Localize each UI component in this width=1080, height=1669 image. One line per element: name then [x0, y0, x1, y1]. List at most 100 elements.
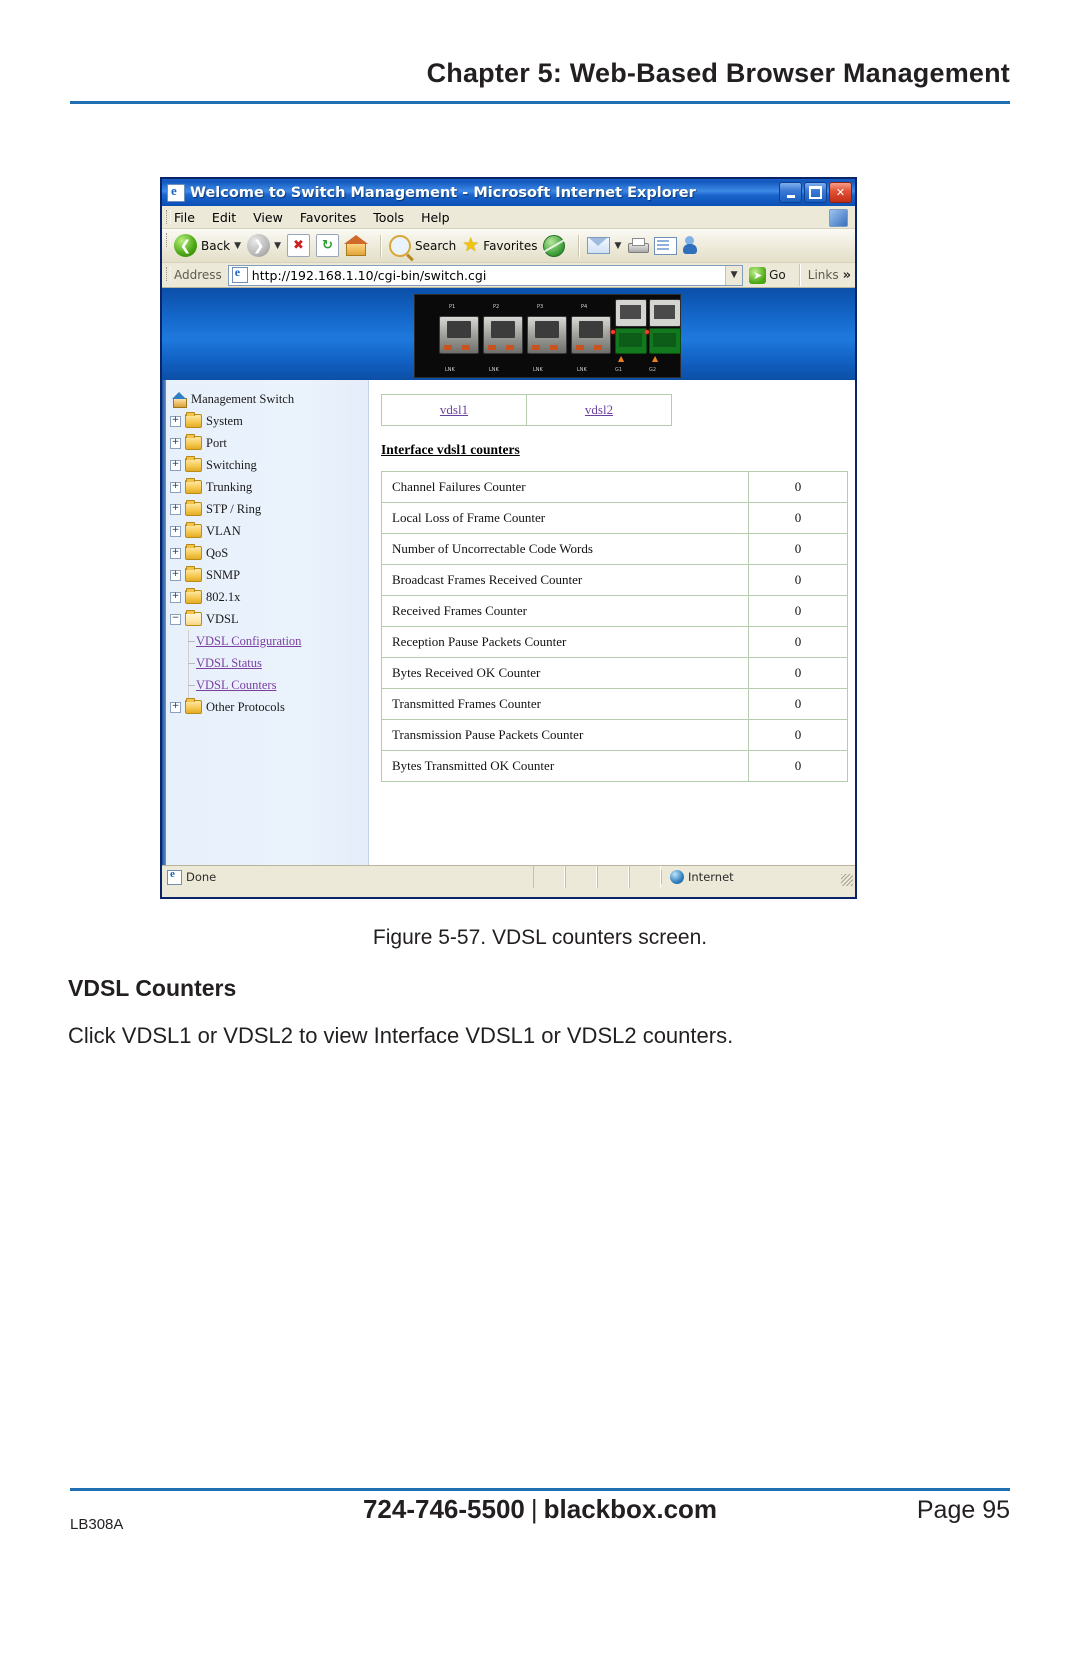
- close-button[interactable]: ✕: [829, 182, 852, 203]
- expand-icon[interactable]: +: [170, 701, 181, 713]
- menu-grip[interactable]: [166, 210, 171, 224]
- tree-item-8021x[interactable]: + 802.1x: [168, 586, 368, 608]
- device-banner: P1 P2 P3 P4 LNK LNK LNK LNK ▲ ▲ G1 G2: [162, 288, 855, 380]
- refresh-button[interactable]: ↻: [315, 234, 339, 257]
- edit-icon: [654, 236, 678, 255]
- uplink-arrow-2: ▲: [652, 354, 659, 363]
- mail-button[interactable]: ▼: [587, 237, 621, 254]
- counter-value: 0: [748, 657, 848, 689]
- home-icon: [343, 235, 368, 256]
- toolbar-divider-2: [578, 234, 581, 257]
- stop-button[interactable]: ✖: [286, 234, 310, 257]
- tree-leaf-label[interactable]: VDSL Status: [196, 656, 262, 671]
- tree-root-management-switch[interactable]: Management Switch: [168, 388, 368, 410]
- table-row: vdsl1 vdsl2: [381, 394, 672, 426]
- table-row: Received Frames Counter 0: [381, 595, 848, 627]
- tree-leaf-label[interactable]: VDSL Configuration: [196, 634, 301, 649]
- links-label[interactable]: Links: [808, 268, 839, 282]
- menu-item-view[interactable]: View: [253, 210, 283, 225]
- mail-icon: [587, 237, 611, 254]
- expand-icon[interactable]: +: [170, 547, 181, 559]
- messenger-button[interactable]: [683, 236, 703, 255]
- favorites-button[interactable]: ★ Favorites: [462, 236, 537, 255]
- maximize-button[interactable]: [804, 182, 827, 203]
- tree-item-qos[interactable]: + QoS: [168, 542, 368, 564]
- tree-item-system[interactable]: + System: [168, 410, 368, 432]
- tab-vdsl2-link[interactable]: vdsl2: [585, 402, 613, 417]
- counter-name: Reception Pause Packets Counter: [381, 626, 749, 658]
- tree-leaf-vdsl-configuration[interactable]: VDSL Configuration: [168, 630, 368, 652]
- minimize-button[interactable]: [779, 182, 802, 203]
- print-button[interactable]: [627, 237, 650, 254]
- address-dropdown-icon[interactable]: ▼: [725, 265, 743, 285]
- tree-leaf-vdsl-counters[interactable]: VDSL Counters: [168, 674, 368, 696]
- tree-item-label: VLAN: [206, 523, 241, 538]
- sfp-slot-1: [615, 299, 647, 327]
- chevron-down-icon[interactable]: ▼: [234, 241, 241, 251]
- expand-icon[interactable]: +: [170, 437, 181, 449]
- media-button[interactable]: [543, 234, 566, 257]
- tree-leaf-label[interactable]: VDSL Counters: [196, 678, 276, 693]
- expand-icon[interactable]: +: [170, 503, 181, 515]
- toolbar-overflow-icon[interactable]: »: [843, 268, 851, 283]
- address-grip[interactable]: [166, 267, 171, 281]
- menu-item-file[interactable]: File: [174, 210, 195, 225]
- tree-item-vdsl[interactable]: − VDSL: [168, 608, 368, 630]
- expand-icon[interactable]: +: [170, 459, 181, 471]
- tree-item-port[interactable]: + Port: [168, 432, 368, 454]
- footer-separator: |: [530, 1494, 538, 1524]
- tree-item-stp-ring[interactable]: + STP / Ring: [168, 498, 368, 520]
- menu-item-help[interactable]: Help: [421, 210, 450, 225]
- status-page-icon: [167, 868, 182, 885]
- tab-vdsl2[interactable]: vdsl2: [526, 394, 672, 426]
- chevron-down-icon-forward[interactable]: ▼: [274, 241, 281, 251]
- go-button[interactable]: ➤ Go: [749, 266, 786, 284]
- expand-icon[interactable]: +: [170, 591, 181, 603]
- search-button[interactable]: Search: [388, 234, 456, 257]
- tab-vdsl1[interactable]: vdsl1: [381, 394, 527, 426]
- page-header: Chapter 5: Web-Based Browser Management: [426, 58, 1010, 88]
- menu-item-edit[interactable]: Edit: [212, 210, 236, 225]
- sfp-slot-2: [649, 299, 681, 327]
- folder-icon: [185, 522, 202, 538]
- address-url-text: http://192.168.1.10/cgi-bin/switch.cgi: [251, 267, 487, 283]
- table-row: Transmission Pause Packets Counter 0: [381, 719, 848, 751]
- manual-page: Chapter 5: Web-Based Browser Management …: [0, 0, 1080, 1669]
- edit-button[interactable]: [654, 236, 678, 255]
- counters-table: Channel Failures Counter 0 Local Loss of…: [381, 471, 848, 782]
- forward-button[interactable]: ❯ ▼: [247, 234, 281, 257]
- tree-item-label: QoS: [206, 545, 229, 560]
- chevron-down-icon-mail[interactable]: ▼: [614, 241, 621, 251]
- home-button[interactable]: [343, 235, 368, 256]
- tree-item-other-protocols[interactable]: + Other Protocols: [168, 696, 368, 718]
- counter-value: 0: [748, 719, 848, 751]
- collapse-icon[interactable]: −: [170, 613, 181, 625]
- tree-item-trunking[interactable]: + Trunking: [168, 476, 368, 498]
- address-bar: Address http://192.168.1.10/cgi-bin/swit…: [162, 263, 855, 288]
- tree-connector: [188, 685, 195, 686]
- toolbar-grip[interactable]: [166, 233, 171, 247]
- expand-icon[interactable]: +: [170, 415, 181, 427]
- page-content: Management Switch + System + Port + Swit…: [162, 380, 855, 865]
- security-zone[interactable]: Internet: [661, 870, 855, 884]
- expand-icon[interactable]: +: [170, 569, 181, 581]
- counter-value: 0: [748, 626, 848, 658]
- folder-icon: [185, 456, 202, 472]
- tree-leaf-vdsl-status[interactable]: VDSL Status: [168, 652, 368, 674]
- rj45-port-1: [439, 316, 479, 354]
- expand-icon[interactable]: +: [170, 525, 181, 537]
- tree-item-switching[interactable]: + Switching: [168, 454, 368, 476]
- expand-icon[interactable]: +: [170, 481, 181, 493]
- window-titlebar: Welcome to Switch Management - Microsoft…: [162, 179, 855, 206]
- tree-item-snmp[interactable]: + SNMP: [168, 564, 368, 586]
- resize-grip[interactable]: [841, 874, 853, 886]
- tree-item-vlan[interactable]: + VLAN: [168, 520, 368, 542]
- folder-icon: [185, 698, 202, 714]
- address-input[interactable]: http://192.168.1.10/cgi-bin/switch.cgi ▼: [227, 264, 744, 286]
- table-row: Number of Uncorrectable Code Words 0: [381, 533, 848, 565]
- menu-item-favorites[interactable]: Favorites: [300, 210, 356, 225]
- menu-item-tools[interactable]: Tools: [373, 210, 404, 225]
- back-button[interactable]: ❮ Back ▼: [174, 234, 241, 257]
- tab-vdsl1-link[interactable]: vdsl1: [440, 402, 468, 417]
- alarm-led-1: [611, 330, 615, 334]
